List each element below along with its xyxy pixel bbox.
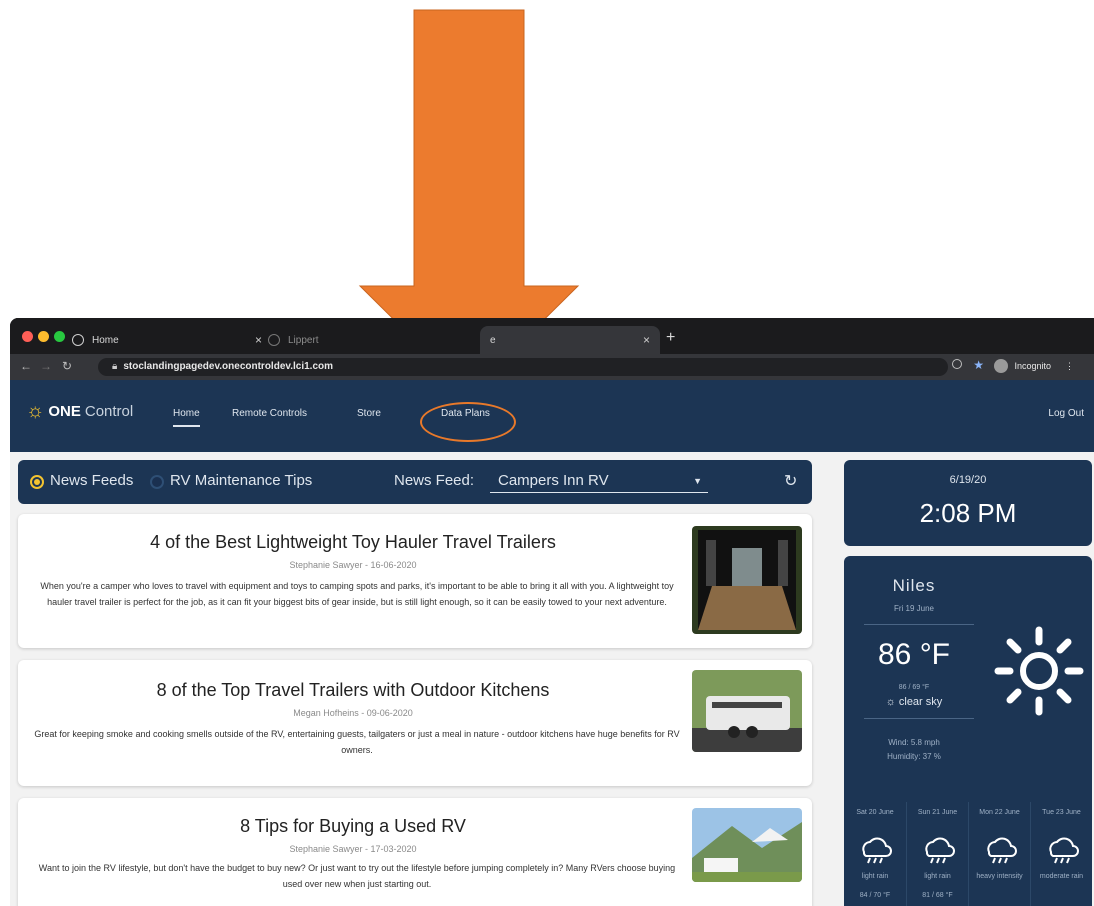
rain-cloud-icon <box>1049 837 1079 864</box>
small-sun-icon: ☼ <box>885 696 896 708</box>
clock-widget: 6/19/20 2:08 PM <box>844 460 1092 546</box>
profile-label: Incognito <box>1014 361 1051 371</box>
nav-remote-controls[interactable]: Remote Controls <box>232 408 307 419</box>
incognito-icon <box>994 359 1009 373</box>
article-card[interactable]: 4 of the Best Lightweight Toy Hauler Tra… <box>18 514 812 648</box>
maximize-window-button[interactable] <box>54 331 65 342</box>
main-content: News Feeds RV Maintenance Tips News Feed… <box>10 452 1094 906</box>
divider <box>864 718 974 719</box>
clock-date: 6/19/20 <box>949 474 987 486</box>
selected-feed: Campers Inn RV <box>498 472 609 489</box>
sun-icon <box>994 626 1084 716</box>
forecast-day: Sun 21 June light rain 81 / 68 °F <box>906 802 968 906</box>
weather-forecast: Sat 20 June light rain 84 / 70 °F Sun 21… <box>844 802 1092 906</box>
lock-icon: 🔒︎ <box>112 361 118 372</box>
tab-title: e <box>490 334 496 346</box>
app-header: ☼ ONE Control Home Remote Controls Store … <box>10 380 1094 452</box>
article-card[interactable]: 8 of the Top Travel Trailers with Outdoo… <box>18 660 812 786</box>
sun-logo-icon: ☼ <box>26 400 45 422</box>
url-input[interactable]: 🔒︎ stoclandingpagedev.onecontroldev.lci1.… <box>98 358 948 376</box>
article-thumbnail[interactable] <box>692 526 802 634</box>
weather-wind: Wind: 5.8 mph <box>888 738 940 747</box>
weather-condition: ☼ clear sky <box>885 696 943 708</box>
nav-store[interactable]: Store <box>357 408 381 419</box>
forecast-day: Mon 22 June heavy intensity <box>968 802 1030 906</box>
weather-temperature: 86 °F <box>877 638 951 671</box>
article-thumbnail[interactable] <box>692 670 802 752</box>
article-title[interactable]: 8 of the Top Travel Trailers with Outdoo… <box>18 680 688 701</box>
address-bar-row: ← → ↻ 🔒︎ stoclandingpagedev.onecontroldev… <box>10 354 1094 380</box>
location-icon[interactable] <box>952 359 962 369</box>
close-window-button[interactable] <box>22 331 33 342</box>
rv-tips-label[interactable]: RV Maintenance Tips <box>170 472 312 489</box>
article-meta: Stephanie Sawyer - 16-06-2020 <box>289 560 417 570</box>
weather-city: Niles <box>892 576 936 595</box>
globe-icon <box>72 334 84 346</box>
back-icon[interactable]: ← <box>20 359 32 373</box>
tab-bar: Home × Lippert e × + <box>10 318 1094 354</box>
nav-home[interactable]: Home <box>173 408 200 427</box>
clock-time: 2:08 PM <box>919 498 1017 528</box>
tab-title: Lippert <box>288 334 319 346</box>
news-feeds-radio[interactable] <box>30 475 44 489</box>
article-card[interactable]: 8 Tips for Buying a Used RV Stephanie Sa… <box>18 798 812 906</box>
browser-tab-lippert[interactable]: Lippert <box>268 326 388 354</box>
reload-icon[interactable]: ↻ <box>62 359 72 373</box>
news-feed-label: News Feed: <box>394 472 475 489</box>
browser-tab-active[interactable]: e × <box>480 326 660 354</box>
browser-window: Home × Lippert e × + ← → ↻ 🔒︎ stoclanding… <box>10 318 1094 906</box>
article-title[interactable]: 8 Tips for Buying a Used RV <box>18 816 688 837</box>
chevron-down-icon: ▼ <box>693 476 702 486</box>
weather-range: 86 / 69 °F <box>898 684 930 691</box>
forecast-day: Sat 20 June light rain 84 / 70 °F <box>856 809 894 899</box>
close-tab-icon[interactable]: × <box>255 333 262 347</box>
rain-cloud-icon <box>862 837 892 864</box>
forward-icon[interactable]: → <box>40 359 52 373</box>
rain-cloud-icon <box>925 837 955 864</box>
forecast-day: Tue 23 June moderate rain <box>1030 802 1092 906</box>
log-out-link[interactable]: Log Out <box>1048 408 1084 419</box>
new-tab-button[interactable]: + <box>666 330 675 346</box>
refresh-icon[interactable]: ↻ <box>784 471 797 491</box>
article-thumbnail[interactable] <box>692 808 802 882</box>
rv-tips-radio[interactable] <box>150 475 164 489</box>
kebab-menu-icon[interactable]: ⋮ <box>1065 361 1074 372</box>
minimize-window-button[interactable] <box>38 331 49 342</box>
article-excerpt: Want to join the RV lifestyle, but don't… <box>38 863 676 889</box>
weather-day: Fri 19 June <box>893 604 935 613</box>
article-excerpt: Great for keeping smoke and cooking smel… <box>34 729 680 755</box>
news-feed-select[interactable]: Campers Inn RV ▼ <box>490 470 708 493</box>
globe-icon <box>268 334 280 346</box>
onecontrol-logo[interactable]: ☼ ONE Control <box>26 400 133 423</box>
tab-title: Home <box>92 334 119 346</box>
weather-widget: Niles Fri 19 June 86 °F 86 / 69 °F ☼ cle… <box>844 556 1092 906</box>
feed-filter-bar: News Feeds RV Maintenance Tips News Feed… <box>18 460 812 504</box>
weather-humidity: Humidity: 37 % <box>887 752 941 761</box>
profile-menu[interactable]: Incognito ⋮ <box>994 359 1074 373</box>
bookmark-star-icon[interactable]: ★ <box>973 358 984 372</box>
close-tab-icon[interactable]: × <box>643 333 650 347</box>
divider <box>864 624 974 625</box>
annotation-circle <box>420 402 516 442</box>
news-feeds-label[interactable]: News Feeds <box>50 472 133 489</box>
browser-tab-home[interactable]: Home × <box>72 326 262 354</box>
article-excerpt: When you're a camper who loves to travel… <box>40 581 674 607</box>
article-meta: Stephanie Sawyer - 17-03-2020 <box>289 844 417 854</box>
article-title[interactable]: 4 of the Best Lightweight Toy Hauler Tra… <box>18 532 688 553</box>
article-meta: Megan Hofheins - 09-06-2020 <box>293 708 413 718</box>
rain-cloud-icon <box>987 837 1017 864</box>
